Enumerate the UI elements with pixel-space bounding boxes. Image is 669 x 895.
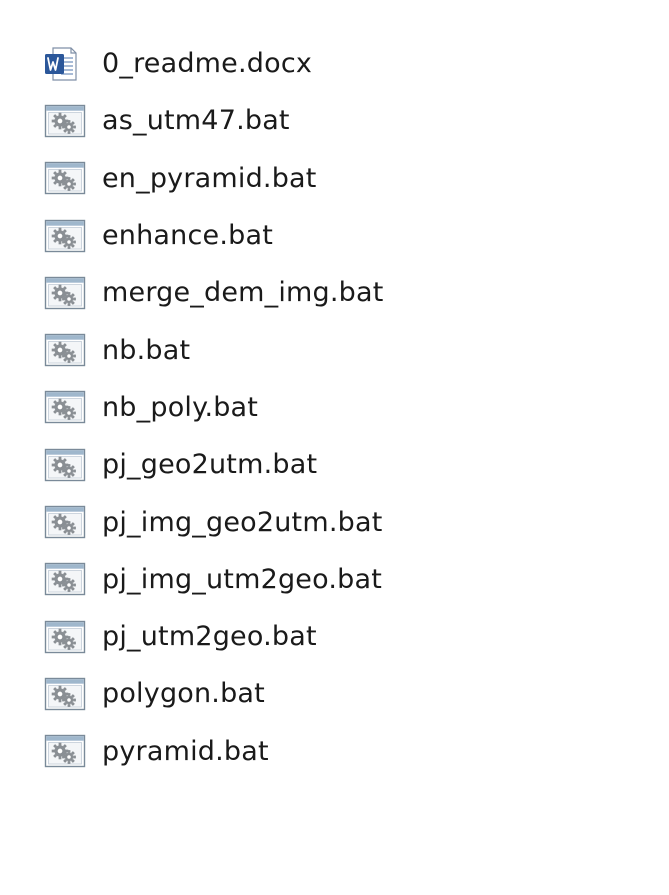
batch-file-icon: [44, 502, 88, 542]
file-name: 0_readme.docx: [102, 48, 313, 80]
file-item-polygon-bat[interactable]: polygon.bat: [44, 665, 384, 722]
file-list: 0_readme.docx as_utm47.bat en_pyramid.ba…: [44, 35, 384, 780]
file-name: merge_dem_img.bat: [102, 277, 384, 309]
file-name: pj_img_geo2utm.bat: [102, 506, 383, 538]
batch-file-icon: [44, 445, 88, 485]
file-item-en-pyramid-bat[interactable]: en_pyramid.bat: [44, 150, 384, 207]
batch-file-icon: [44, 158, 88, 198]
batch-file-icon: [44, 216, 88, 256]
batch-file-icon: [44, 387, 88, 427]
batch-file-icon: [44, 273, 88, 313]
batch-file-icon: [44, 330, 88, 370]
file-name: polygon.bat: [102, 678, 265, 710]
file-name: pyramid.bat: [102, 735, 269, 767]
file-name: pj_utm2geo.bat: [102, 621, 317, 653]
batch-file-icon: [44, 674, 88, 714]
file-item-merge-dem-img-bat[interactable]: merge_dem_img.bat: [44, 264, 384, 321]
batch-file-icon: [44, 101, 88, 141]
file-name: en_pyramid.bat: [102, 162, 317, 194]
file-item-pj-utm2geo-bat[interactable]: pj_utm2geo.bat: [44, 608, 384, 665]
batch-file-icon: [44, 617, 88, 657]
file-name: pj_geo2utm.bat: [102, 449, 318, 481]
file-item-pyramid-bat[interactable]: pyramid.bat: [44, 723, 384, 780]
batch-file-icon: [44, 559, 88, 599]
file-name: enhance.bat: [102, 220, 274, 252]
file-name: as_utm47.bat: [102, 105, 290, 137]
batch-file-icon: [44, 731, 88, 771]
file-item-nb-bat[interactable]: nb.bat: [44, 321, 384, 378]
file-item-pj-img-utm2geo-bat[interactable]: pj_img_utm2geo.bat: [44, 551, 384, 608]
file-name: nb_poly.bat: [102, 391, 259, 423]
file-item-nb-poly-bat[interactable]: nb_poly.bat: [44, 379, 384, 436]
file-item-pj-geo2utm-bat[interactable]: pj_geo2utm.bat: [44, 436, 384, 493]
word-document-icon: [44, 44, 88, 84]
file-item-enhance-bat[interactable]: enhance.bat: [44, 207, 384, 264]
file-item-pj-img-geo2utm-bat[interactable]: pj_img_geo2utm.bat: [44, 493, 384, 550]
file-name: nb.bat: [102, 334, 191, 366]
file-item-0-readme-docx[interactable]: 0_readme.docx: [44, 35, 384, 92]
file-item-as-utm47-bat[interactable]: as_utm47.bat: [44, 92, 384, 149]
file-name: pj_img_utm2geo.bat: [102, 563, 383, 595]
